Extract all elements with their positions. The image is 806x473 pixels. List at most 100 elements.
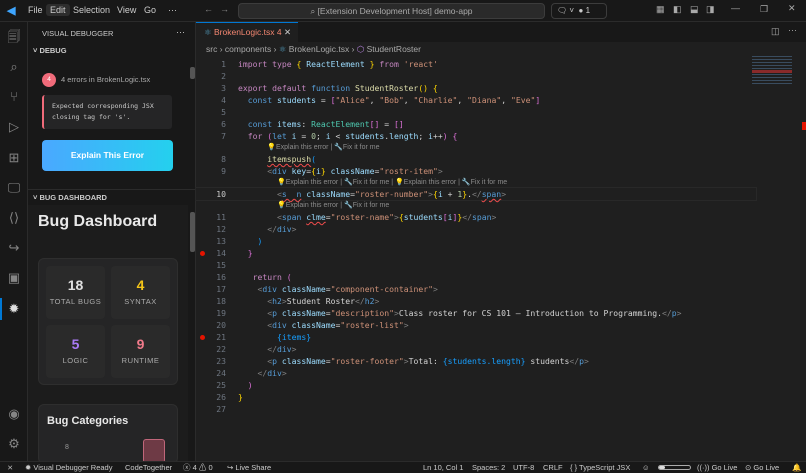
indentation[interactable]: Spaces: 2 xyxy=(472,462,505,473)
explain-error-button[interactable]: Explain This Error xyxy=(42,140,173,171)
code-line[interactable]: 25 ) xyxy=(196,379,756,391)
component-symbol-icon: ⬡ xyxy=(356,44,365,54)
menu-file[interactable]: File xyxy=(24,4,47,16)
code-line[interactable]: 2 xyxy=(196,70,756,82)
code-line[interactable]: 1 import type { ReactElement } from 'reac… xyxy=(196,58,756,70)
code-line[interactable]: 9 <div key={i} className="rostr-item"> xyxy=(196,165,756,177)
encoding[interactable]: UTF-8 xyxy=(513,462,534,473)
menu-view[interactable]: View xyxy=(113,4,140,16)
menu-go[interactable]: Go xyxy=(140,4,160,16)
code-line[interactable]: 7 for (let i = 0; i < students.length; i… xyxy=(196,130,756,142)
live-share-icon[interactable]: ↪ xyxy=(4,238,24,258)
code-line[interactable]: 16 return ( xyxy=(196,271,756,283)
toggle-panel-icon[interactable]: ⬓ xyxy=(690,4,699,15)
code-line[interactable]: 23 <p className="roster-footer">Total: {… xyxy=(196,355,756,367)
live-share-status[interactable]: ↪ Live Share xyxy=(227,462,271,473)
close-tab-icon[interactable]: ✕ xyxy=(284,27,291,37)
go-live-broadcast[interactable]: ((·)) Go Live xyxy=(697,462,737,473)
line-number: 9 xyxy=(221,166,226,176)
menu-edit[interactable]: Edit xyxy=(46,4,70,16)
minimize-icon[interactable]: — xyxy=(731,3,740,13)
code-line[interactable]: 20 <div className="roster-list"> xyxy=(196,319,756,331)
run-debug-icon[interactable]: ▷ xyxy=(4,117,24,137)
remote-icon[interactable]: ⨯ xyxy=(7,462,13,473)
code-line[interactable]: 15 xyxy=(196,259,756,271)
category-bar xyxy=(143,439,165,463)
codelens-hint[interactable]: 💡Explain this error | 🔧Fix it for me xyxy=(196,200,756,211)
code-line[interactable]: 10 <s n className="roster-number">{i + 1… xyxy=(195,187,757,201)
code-line[interactable]: 14 } xyxy=(196,247,756,259)
toggle-sidebar-icon[interactable]: ◧ xyxy=(673,4,682,15)
codelens-hint[interactable]: 💡Explain this error | 🔧Fix it for me | 💡… xyxy=(196,177,756,188)
code-line[interactable]: 22 </div> xyxy=(196,343,756,355)
code-line[interactable]: 18 <h2>Student Roster</h2> xyxy=(196,295,756,307)
code-editor[interactable]: 1 import type { ReactElement } from 'reac… xyxy=(195,58,757,415)
problems-status[interactable]: ⓧ 4 ⚠ 0 xyxy=(183,462,213,473)
code-line[interactable]: 12 </div> xyxy=(196,223,756,235)
code-line[interactable]: 13 ) xyxy=(196,235,756,247)
code-line[interactable]: 5 xyxy=(196,106,756,118)
code-line[interactable]: 4 const students = ["Alice", "Bob", "Cha… xyxy=(196,94,756,106)
line-ending[interactable]: CRLF xyxy=(543,462,563,473)
code-text: <h2>Student Roster</h2> xyxy=(238,295,379,307)
toggle-secondary-sidebar-icon[interactable]: ◨ xyxy=(706,4,715,15)
command-center-search[interactable]: ⌕ [Extension Development Host] demo-app xyxy=(238,3,545,19)
code-line[interactable]: 3 export default function StudentRoster()… xyxy=(196,82,756,94)
code-token: > xyxy=(501,189,507,199)
code-line[interactable]: 6 const items: ReactElement[] = [] xyxy=(196,118,756,130)
code-line[interactable]: 17 <div className="component-container"> xyxy=(196,283,756,295)
debugger-status[interactable]: ✹ Visual Debugger Ready xyxy=(25,462,112,473)
restore-icon[interactable]: ❐ xyxy=(760,4,768,15)
code-line[interactable]: 11 <span clme="roster-name">{students[i]… xyxy=(196,211,756,223)
code-token: "roster-number" xyxy=(354,189,429,199)
sidebar: VISUAL DEBUGGER ··· ˅ DEBUG 4 4 errors i… xyxy=(28,22,196,464)
activity-bar: 🗐 ⌕ ⑂ ▷ ⊞ 🖵 ⟨⟩ ↪ ▣ ✹ ◉ ⚙ xyxy=(0,22,28,461)
notifications-icon[interactable]: 🔔 xyxy=(792,462,801,473)
close-window-icon[interactable]: ✕ xyxy=(788,3,796,14)
code-line[interactable]: 19 <p className="description">Class rost… xyxy=(196,307,756,319)
codetogether-status[interactable]: CodeTogether xyxy=(125,462,172,473)
codelens-text[interactable]: 💡Explain this error | 🔧Fix it for me | 💡… xyxy=(277,177,507,188)
codelens-hint[interactable]: 💡Explain this error | 🔧Fix it for me xyxy=(196,142,756,153)
language-mode[interactable]: { } TypeScript JSX xyxy=(570,462,630,473)
bug-icon[interactable]: ✹ xyxy=(4,299,24,319)
editor-more-icon[interactable]: ··· xyxy=(788,25,797,35)
go-live-button[interactable]: ⊙ Go Live xyxy=(745,462,779,473)
copilot-icon[interactable]: ☺ xyxy=(642,462,650,473)
code-line[interactable]: 27 xyxy=(196,403,756,415)
dashboard-scrollbar[interactable] xyxy=(190,212,195,252)
search-icon[interactable]: ⌕ xyxy=(4,57,24,77)
menu-more[interactable]: ··· xyxy=(164,4,181,16)
progress-slider[interactable] xyxy=(658,465,691,470)
menu-selection[interactable]: Selection xyxy=(69,4,114,16)
more-actions-button[interactable]: ··· xyxy=(176,27,185,37)
debug-section-header[interactable]: ˅ DEBUG xyxy=(28,43,196,59)
code-line[interactable]: 24 </div> xyxy=(196,367,756,379)
account-icon[interactable]: ◉ xyxy=(4,404,24,424)
explorer-icon[interactable]: 🗐 xyxy=(4,27,24,47)
code-token: ReactElement xyxy=(306,59,370,69)
copilot-chat-button[interactable]: 🗨 ˅ ● 1 xyxy=(551,3,607,19)
code-token: let xyxy=(272,131,292,141)
package-icon[interactable]: ▣ xyxy=(4,268,24,288)
customize-layout-icon[interactable]: ▦ xyxy=(656,4,665,15)
extensions-icon[interactable]: ⊞ xyxy=(4,148,24,168)
debug-scrollbar[interactable] xyxy=(190,67,195,79)
line-number: 8 xyxy=(221,154,226,164)
gear-icon[interactable]: ⚙ xyxy=(4,434,24,454)
forward-arrow-icon[interactable]: → xyxy=(220,4,229,14)
cursor-position[interactable]: Ln 10, Col 1 xyxy=(423,462,463,473)
split-editor-icon[interactable]: ◫ xyxy=(771,26,780,37)
code-icon[interactable]: ⟨⟩ xyxy=(4,208,24,228)
code-line[interactable]: 21 {items} xyxy=(196,331,756,343)
bug-dashboard-section-header[interactable]: ˅ BUG DASHBOARD xyxy=(28,189,196,205)
code-token: </ xyxy=(257,368,268,378)
code-line[interactable]: 8 itemspush( xyxy=(196,153,756,165)
codelens-text[interactable]: 💡Explain this error | 🔧Fix it for me xyxy=(267,142,379,153)
source-control-icon[interactable]: ⑂ xyxy=(4,87,24,107)
back-arrow-icon[interactable]: ← xyxy=(204,4,213,14)
tab-brokenlogic[interactable]: ⚛ BrokenLogic.tsx 4 ✕ xyxy=(196,22,298,42)
remote-explorer-icon[interactable]: 🖵 xyxy=(4,178,24,198)
codelens-text[interactable]: 💡Explain this error | 🔧Fix it for me xyxy=(277,200,389,211)
code-line[interactable]: 26} xyxy=(196,391,756,403)
